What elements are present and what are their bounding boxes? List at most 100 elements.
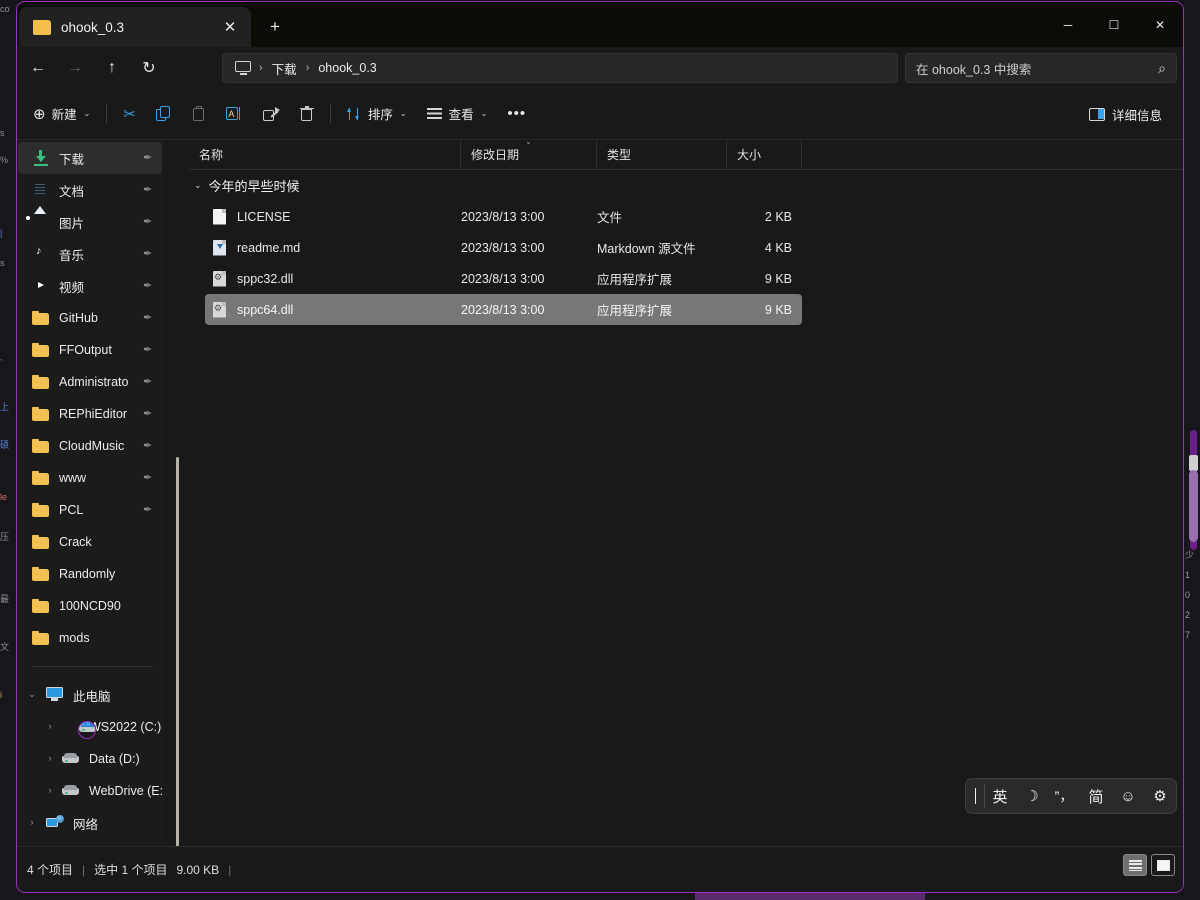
sidebar-scrollbar[interactable]	[176, 457, 179, 849]
pin-icon[interactable]: ✒	[143, 311, 156, 324]
cut-button[interactable]: ✂	[114, 98, 145, 130]
file-explorer-window: ohook_0.3 ✕ + ─ ☐ ✕ ← → ↑ ↻ › 下载 › ohook…	[16, 1, 1184, 893]
sidebar-item-ffoutput[interactable]: FFOutput ✒	[18, 334, 162, 366]
background-scrollbar-cap[interactable]	[1189, 455, 1198, 471]
rename-button[interactable]: A	[217, 98, 252, 130]
refresh-icon[interactable]: ↻	[132, 53, 166, 83]
sidebar-item-network[interactable]: › 网络	[18, 807, 162, 839]
punctuation-icon[interactable]: ”，	[1050, 782, 1078, 810]
sidebar-item-randomly[interactable]: Randomly	[18, 558, 162, 590]
sidebar-item-videos[interactable]: 视频 ✒	[18, 270, 162, 302]
back-icon[interactable]: ←	[21, 53, 55, 83]
file-size-cell: 2 KB	[764, 209, 792, 224]
sidebar-item-administrator[interactable]: Administrato ✒	[18, 366, 162, 398]
pin-icon[interactable]: ✒	[143, 343, 156, 356]
tiles-view-button[interactable]	[1151, 854, 1175, 876]
breadcrumb-ohook[interactable]: ohook_0.3	[311, 59, 383, 77]
close-window-button[interactable]: ✕	[1137, 2, 1183, 47]
column-header-name[interactable]: 名称	[189, 139, 461, 170]
search-box[interactable]: 在 ohook_0.3 中搜索 ⌕	[905, 53, 1177, 83]
chevron-down-icon[interactable]: ⌄	[26, 688, 38, 700]
sidebar-item-mods[interactable]: mods	[18, 622, 162, 654]
sidebar-item-drive-c[interactable]: › WS2022 (C:)	[18, 711, 162, 743]
moon-icon[interactable]: ☽	[1018, 782, 1046, 810]
sidebar-item-label: GitHub	[59, 311, 98, 325]
rename-icon: A	[225, 106, 243, 122]
table-row[interactable]: LICENSE 2023/8/13 3:00 文件 2 KB	[205, 201, 802, 232]
pin-icon[interactable]: ✒	[143, 151, 156, 164]
details-view-button[interactable]	[1123, 854, 1147, 876]
sidebar-item-documents[interactable]: 文档 ✒	[18, 174, 162, 206]
sidebar-item-100ncd90[interactable]: 100NCD90	[18, 590, 162, 622]
maximize-button[interactable]: ☐	[1091, 2, 1137, 47]
sidebar-item-crack[interactable]: Crack	[18, 526, 162, 558]
pin-icon[interactable]: ✒	[143, 471, 156, 484]
copy-button[interactable]	[147, 98, 181, 130]
ime-cursor-icon	[975, 788, 976, 804]
sidebar-item-www[interactable]: www ✒	[18, 462, 162, 494]
chevron-down-icon[interactable]: ⌄	[194, 180, 202, 191]
column-header-type[interactable]: 类型	[597, 139, 727, 170]
sidebar-item-pcl[interactable]: PCL ✒	[18, 494, 162, 526]
navigation-pane[interactable]: 下载 ✒ 文档 ✒ 图片 ✒ 音乐 ✒ 视频 ✒ GitHub ✒ FFOutp…	[17, 140, 165, 856]
ime-simplified-button[interactable]: 简	[1082, 782, 1110, 810]
ime-toolbar[interactable]: 英 ☽ ”， 简 ☺ ⚙	[965, 778, 1177, 814]
file-type-cell: 应用程序扩展	[597, 273, 673, 287]
sidebar-item-label: Administrato	[59, 375, 129, 389]
close-tab-icon[interactable]: ✕	[217, 14, 243, 40]
paste-button[interactable]	[183, 98, 215, 130]
emoji-icon[interactable]: ☺	[1114, 782, 1142, 810]
sidebar-item-label: 图片	[59, 216, 85, 231]
gear-icon[interactable]: ⚙	[1146, 782, 1174, 810]
sidebar-item-github[interactable]: GitHub ✒	[18, 302, 162, 334]
table-row[interactable]: readme.md 2023/8/13 3:00 Markdown 源文件 4 …	[205, 232, 802, 263]
table-row[interactable]: sppc64.dll 2023/8/13 3:00 应用程序扩展 9 KB	[205, 294, 802, 325]
column-header-date[interactable]: ⌄ 修改日期	[461, 137, 597, 170]
chevron-right-icon[interactable]: ›	[26, 816, 38, 828]
sidebar-item-pictures[interactable]: 图片 ✒	[18, 206, 162, 238]
minimize-button[interactable]: ─	[1045, 2, 1091, 47]
search-icon[interactable]: ⌕	[1158, 60, 1166, 77]
sidebar-item-drive-d[interactable]: › Data (D:)	[18, 743, 162, 775]
sort-button[interactable]: 排序 ⌄	[338, 98, 416, 130]
pin-icon[interactable]: ✒	[143, 215, 156, 228]
group-header-earlier-this-year[interactable]: ⌄ 今年的早些时候	[189, 170, 1183, 201]
background-scrollbar-thumb[interactable]	[1189, 470, 1198, 542]
more-options-button[interactable]: •••	[498, 98, 535, 130]
forward-icon[interactable]: →	[58, 53, 92, 83]
new-tab-button[interactable]: +	[261, 13, 289, 41]
bg-fragment: ,	[0, 352, 3, 362]
pin-icon[interactable]: ✒	[143, 503, 156, 516]
sidebar-item-this-pc[interactable]: ⌄ 此电脑	[18, 679, 162, 711]
delete-button[interactable]	[291, 98, 323, 130]
pin-icon[interactable]: ✒	[143, 439, 156, 452]
pin-icon[interactable]: ✒	[143, 183, 156, 196]
toolbar-divider	[329, 103, 331, 124]
tab-ohook[interactable]: ohook_0.3 ✕	[19, 7, 251, 47]
ime-language-button[interactable]: 英	[986, 782, 1014, 810]
column-header-size[interactable]: 大小	[727, 139, 802, 170]
sidebar-item-cloudmusic[interactable]: CloudMusic ✒	[18, 430, 162, 462]
pin-icon[interactable]: ✒	[143, 407, 156, 420]
pin-icon[interactable]: ✒	[143, 247, 156, 260]
view-button[interactable]: 查看 ⌄	[418, 98, 497, 130]
sidebar-item-downloads[interactable]: 下载 ✒	[18, 142, 162, 174]
pin-icon[interactable]: ✒	[143, 375, 156, 388]
file-date-cell: 2023/8/13 3:00	[461, 271, 545, 286]
chevron-right-icon[interactable]: ›	[44, 720, 56, 732]
details-pane-button[interactable]: 详细信息	[1080, 98, 1171, 130]
column-header-label: 名称	[199, 148, 224, 162]
pin-icon[interactable]: ✒	[143, 279, 156, 292]
table-row[interactable]: sppc32.dll 2023/8/13 3:00 应用程序扩展 9 KB	[205, 263, 802, 294]
new-button[interactable]: ⊕ 新建 ⌄	[24, 98, 99, 130]
chevron-right-icon[interactable]: ›	[44, 752, 56, 764]
sidebar-item-drive-e[interactable]: › WebDrive (E:)	[18, 775, 163, 807]
share-button[interactable]	[254, 98, 289, 130]
address-bar[interactable]: › 下载 › ohook_0.3	[222, 53, 898, 83]
breadcrumb-downloads[interactable]: 下载	[265, 57, 304, 80]
status-separator: |	[82, 862, 86, 877]
sidebar-item-music[interactable]: 音乐 ✒	[18, 238, 162, 270]
up-icon[interactable]: ↑	[95, 53, 129, 83]
chevron-right-icon[interactable]: ›	[44, 784, 56, 796]
sidebar-item-rephieditor[interactable]: REPhiEditor ✒	[18, 398, 162, 430]
